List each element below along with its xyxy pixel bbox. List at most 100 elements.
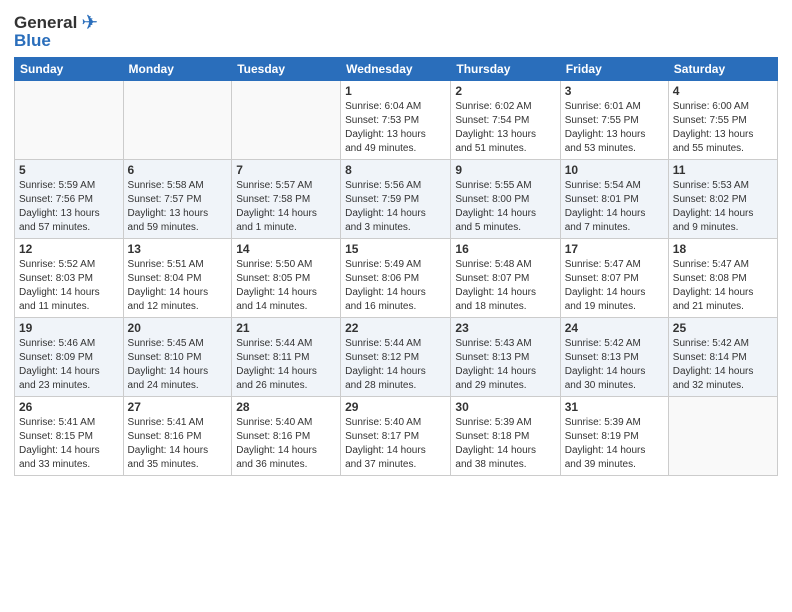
calendar-cell: 6 Sunrise: 5:58 AM Sunset: 7:57 PM Daylig… <box>123 160 232 239</box>
calendar-cell: 24Sunrise: 5:42 AM Sunset: 8:13 PM Dayli… <box>560 318 668 397</box>
week-row-2: 5 Sunrise: 5:59 AM Sunset: 7:56 PM Daylig… <box>15 160 778 239</box>
day-number: 18 <box>673 242 773 256</box>
day-number: 31 <box>565 400 664 414</box>
day-number: 14 <box>236 242 336 256</box>
day-info: Sunrise: 5:50 AM Sunset: 8:05 PM Dayligh… <box>236 258 336 314</box>
day-info: Sunrise: 5:58 AM Sunset: 7:57 PM Dayligh… <box>128 179 228 235</box>
day-info: Sunrise: 5:44 AM Sunset: 8:11 PM Dayligh… <box>236 337 336 393</box>
logo-text: General <box>14 13 77 33</box>
calendar-cell: 27 Sunrise: 5:41 AM Sunset: 8:16 PM Dayli… <box>123 397 232 476</box>
day-number: 13 <box>128 242 228 256</box>
day-number: 4 <box>673 84 773 98</box>
day-info: Sunrise: 5:39 AM Sunset: 8:19 PM Dayligh… <box>565 416 664 472</box>
calendar: SundayMondayTuesdayWednesdayThursdayFrid… <box>14 57 778 476</box>
day-number: 19 <box>19 321 119 335</box>
day-info: Sunrise: 5:45 AM Sunset: 8:10 PM Dayligh… <box>128 337 228 393</box>
day-info: Sunrise: 5:49 AM Sunset: 8:06 PM Dayligh… <box>345 258 446 314</box>
calendar-cell: 29Sunrise: 5:40 AM Sunset: 8:17 PM Dayli… <box>341 397 451 476</box>
day-number: 21 <box>236 321 336 335</box>
logo-bird-icon: ✈ <box>81 10 98 35</box>
day-number: 8 <box>345 163 446 177</box>
day-number: 26 <box>19 400 119 414</box>
day-number: 20 <box>128 321 228 335</box>
logo-blue-text: Blue <box>14 31 51 51</box>
weekday-header-saturday: Saturday <box>668 58 777 81</box>
calendar-cell: 30 Sunrise: 5:39 AM Sunset: 8:18 PM Dayli… <box>451 397 560 476</box>
day-info: Sunrise: 5:40 AM Sunset: 8:17 PM Dayligh… <box>345 416 446 472</box>
calendar-cell <box>15 81 124 160</box>
week-row-3: 12 Sunrise: 5:52 AM Sunset: 8:03 PM Dayli… <box>15 239 778 318</box>
logo: General ✈ Blue <box>14 10 98 51</box>
day-info: Sunrise: 5:41 AM Sunset: 8:16 PM Dayligh… <box>128 416 228 472</box>
calendar-cell <box>123 81 232 160</box>
day-number: 7 <box>236 163 336 177</box>
day-number: 10 <box>565 163 664 177</box>
day-number: 1 <box>345 84 446 98</box>
day-info: Sunrise: 5:47 AM Sunset: 8:08 PM Dayligh… <box>673 258 773 314</box>
day-number: 28 <box>236 400 336 414</box>
calendar-cell: 31 Sunrise: 5:39 AM Sunset: 8:19 PM Dayli… <box>560 397 668 476</box>
day-number: 24 <box>565 321 664 335</box>
day-info: Sunrise: 5:48 AM Sunset: 8:07 PM Dayligh… <box>455 258 555 314</box>
weekday-header-wednesday: Wednesday <box>341 58 451 81</box>
day-number: 6 <box>128 163 228 177</box>
day-number: 5 <box>19 163 119 177</box>
day-number: 3 <box>565 84 664 98</box>
day-number: 17 <box>565 242 664 256</box>
calendar-cell: 18 Sunrise: 5:47 AM Sunset: 8:08 PM Dayli… <box>668 239 777 318</box>
week-row-1: 1Sunrise: 6:04 AM Sunset: 7:53 PM Daylig… <box>15 81 778 160</box>
weekday-header-tuesday: Tuesday <box>232 58 341 81</box>
calendar-cell: 19Sunrise: 5:46 AM Sunset: 8:09 PM Dayli… <box>15 318 124 397</box>
day-info: Sunrise: 5:52 AM Sunset: 8:03 PM Dayligh… <box>19 258 119 314</box>
day-number: 12 <box>19 242 119 256</box>
weekday-header-thursday: Thursday <box>451 58 560 81</box>
day-number: 11 <box>673 163 773 177</box>
calendar-cell: 12 Sunrise: 5:52 AM Sunset: 8:03 PM Dayli… <box>15 239 124 318</box>
weekday-header-sunday: Sunday <box>15 58 124 81</box>
day-info: Sunrise: 5:43 AM Sunset: 8:13 PM Dayligh… <box>455 337 555 393</box>
week-row-4: 19Sunrise: 5:46 AM Sunset: 8:09 PM Dayli… <box>15 318 778 397</box>
weekday-header-friday: Friday <box>560 58 668 81</box>
calendar-cell: 3 Sunrise: 6:01 AM Sunset: 7:55 PM Daylig… <box>560 81 668 160</box>
day-number: 27 <box>128 400 228 414</box>
day-info: Sunrise: 5:47 AM Sunset: 8:07 PM Dayligh… <box>565 258 664 314</box>
header: General ✈ Blue <box>14 10 778 51</box>
calendar-cell: 5 Sunrise: 5:59 AM Sunset: 7:56 PM Daylig… <box>15 160 124 239</box>
day-info: Sunrise: 5:53 AM Sunset: 8:02 PM Dayligh… <box>673 179 773 235</box>
day-info: Sunrise: 5:40 AM Sunset: 8:16 PM Dayligh… <box>236 416 336 472</box>
calendar-cell: 1Sunrise: 6:04 AM Sunset: 7:53 PM Daylig… <box>341 81 451 160</box>
day-number: 23 <box>455 321 555 335</box>
calendar-cell: 14 Sunrise: 5:50 AM Sunset: 8:05 PM Dayli… <box>232 239 341 318</box>
calendar-cell: 22Sunrise: 5:44 AM Sunset: 8:12 PM Dayli… <box>341 318 451 397</box>
calendar-cell: 21 Sunrise: 5:44 AM Sunset: 8:11 PM Dayli… <box>232 318 341 397</box>
day-info: Sunrise: 6:02 AM Sunset: 7:54 PM Dayligh… <box>455 100 555 156</box>
day-info: Sunrise: 5:51 AM Sunset: 8:04 PM Dayligh… <box>128 258 228 314</box>
calendar-cell: 25Sunrise: 5:42 AM Sunset: 8:14 PM Dayli… <box>668 318 777 397</box>
week-row-5: 26 Sunrise: 5:41 AM Sunset: 8:15 PM Dayli… <box>15 397 778 476</box>
day-number: 25 <box>673 321 773 335</box>
calendar-cell: 4 Sunrise: 6:00 AM Sunset: 7:55 PM Daylig… <box>668 81 777 160</box>
calendar-cell: 28 Sunrise: 5:40 AM Sunset: 8:16 PM Dayli… <box>232 397 341 476</box>
day-info: Sunrise: 5:56 AM Sunset: 7:59 PM Dayligh… <box>345 179 446 235</box>
calendar-cell: 8 Sunrise: 5:56 AM Sunset: 7:59 PM Daylig… <box>341 160 451 239</box>
day-info: Sunrise: 5:44 AM Sunset: 8:12 PM Dayligh… <box>345 337 446 393</box>
day-number: 16 <box>455 242 555 256</box>
page: General ✈ Blue SundayMondayTuesdayWednes… <box>0 0 792 612</box>
day-number: 2 <box>455 84 555 98</box>
day-info: Sunrise: 5:57 AM Sunset: 7:58 PM Dayligh… <box>236 179 336 235</box>
day-info: Sunrise: 6:01 AM Sunset: 7:55 PM Dayligh… <box>565 100 664 156</box>
calendar-cell: 13 Sunrise: 5:51 AM Sunset: 8:04 PM Dayli… <box>123 239 232 318</box>
calendar-cell: 20 Sunrise: 5:45 AM Sunset: 8:10 PM Dayli… <box>123 318 232 397</box>
day-number: 30 <box>455 400 555 414</box>
weekday-header-row: SundayMondayTuesdayWednesdayThursdayFrid… <box>15 58 778 81</box>
day-info: Sunrise: 5:59 AM Sunset: 7:56 PM Dayligh… <box>19 179 119 235</box>
calendar-cell: 23 Sunrise: 5:43 AM Sunset: 8:13 PM Dayli… <box>451 318 560 397</box>
day-info: Sunrise: 5:55 AM Sunset: 8:00 PM Dayligh… <box>455 179 555 235</box>
day-number: 9 <box>455 163 555 177</box>
day-info: Sunrise: 5:41 AM Sunset: 8:15 PM Dayligh… <box>19 416 119 472</box>
day-info: Sunrise: 5:39 AM Sunset: 8:18 PM Dayligh… <box>455 416 555 472</box>
day-info: Sunrise: 6:00 AM Sunset: 7:55 PM Dayligh… <box>673 100 773 156</box>
calendar-cell: 17 Sunrise: 5:47 AM Sunset: 8:07 PM Dayli… <box>560 239 668 318</box>
calendar-cell: 16 Sunrise: 5:48 AM Sunset: 8:07 PM Dayli… <box>451 239 560 318</box>
day-number: 15 <box>345 242 446 256</box>
